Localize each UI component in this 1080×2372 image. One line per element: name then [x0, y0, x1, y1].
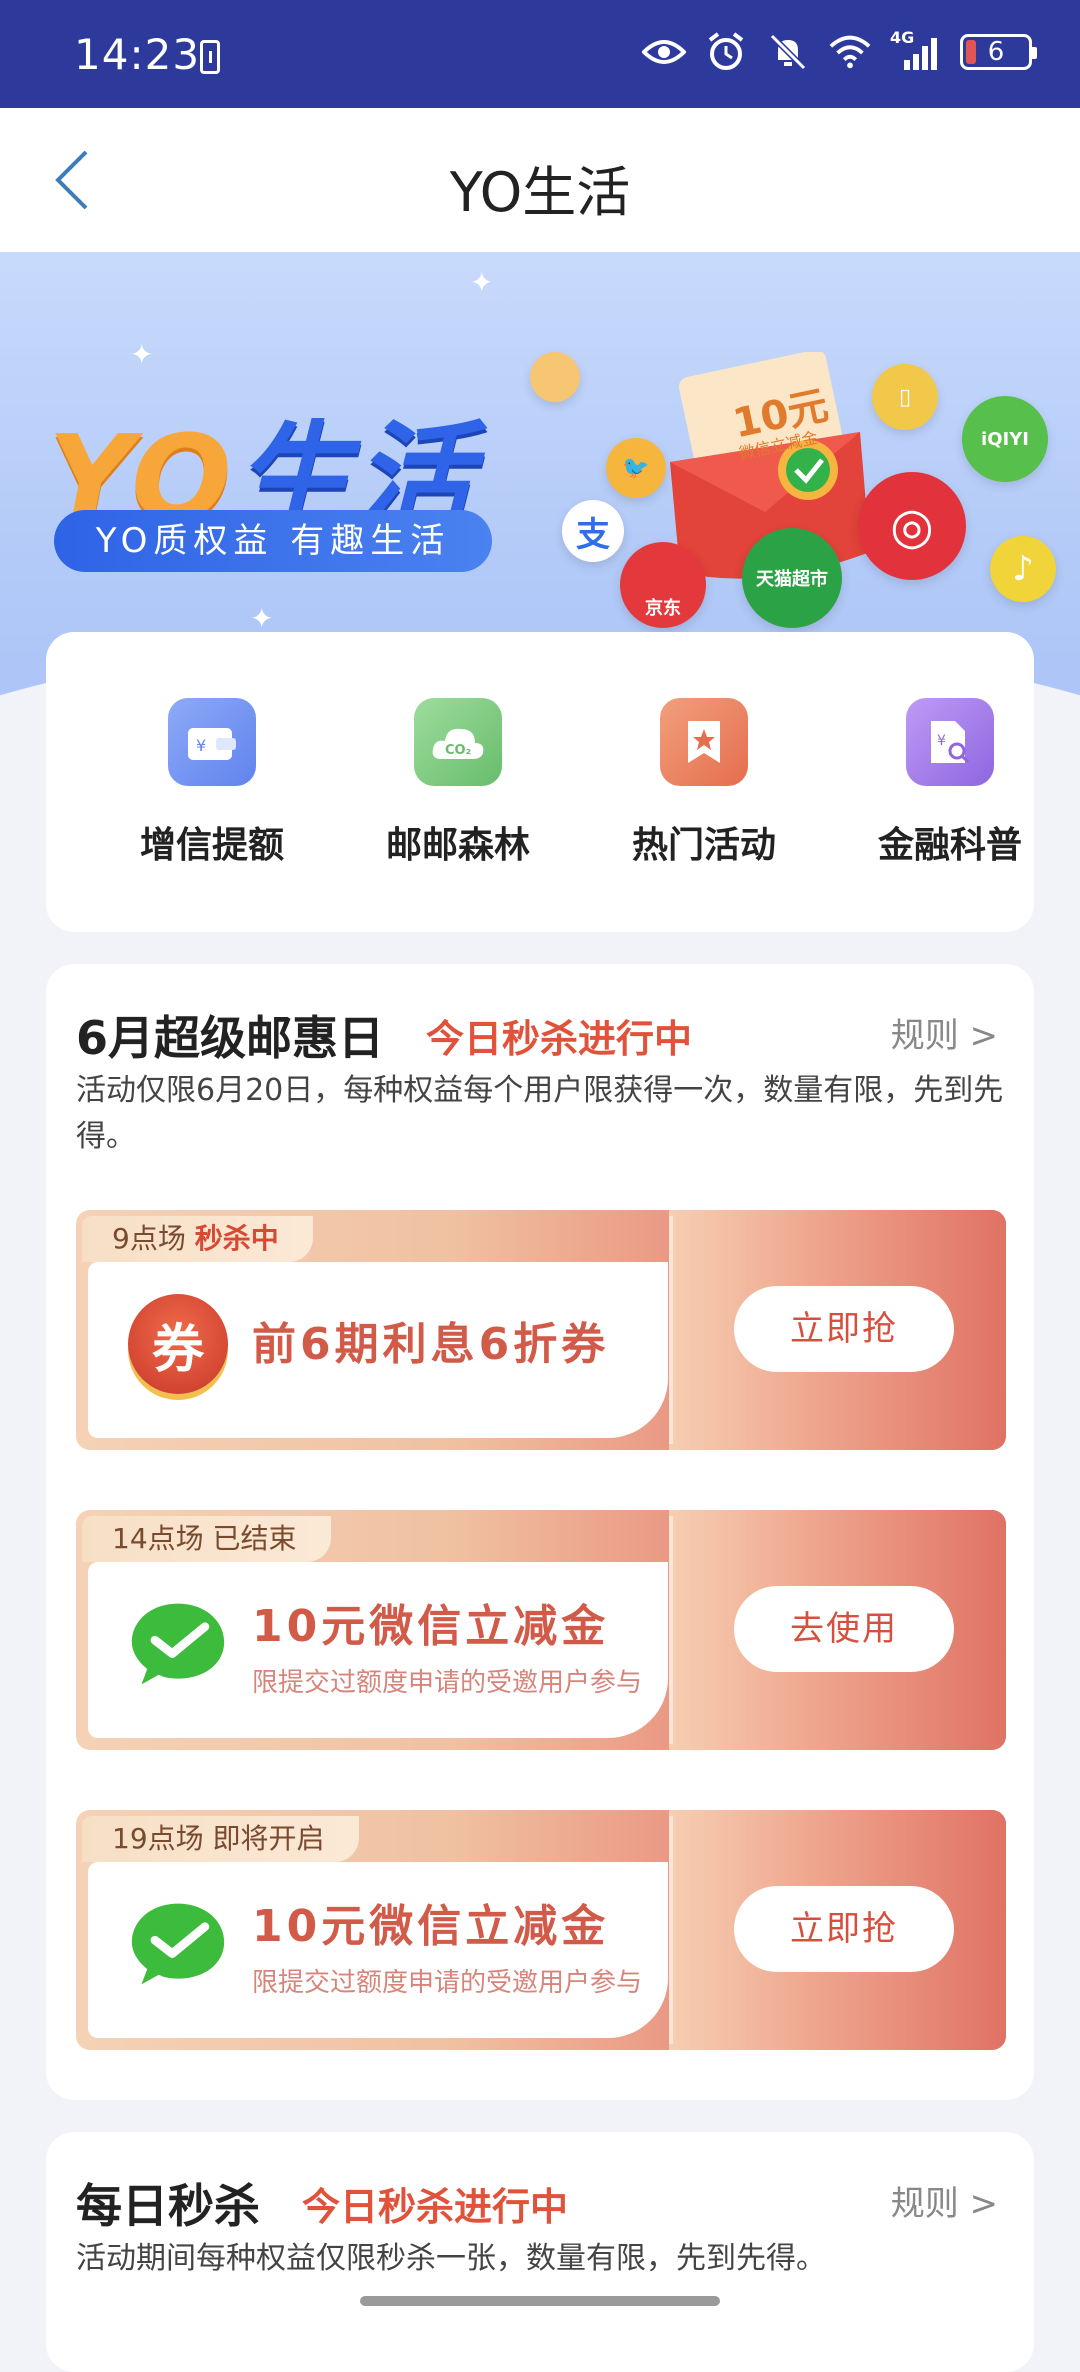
svg-text:CO₂: CO₂: [445, 743, 471, 758]
grab-now-button[interactable]: 立即抢: [734, 1286, 954, 1372]
quick-link-label: 金融科普: [877, 825, 1022, 866]
alipay-icon: 支: [562, 500, 624, 562]
deal-session-status: 已结束: [212, 1522, 297, 1555]
banner-slogan: YO质权益 有趣生活: [54, 510, 492, 572]
quick-link-label: 热门活动: [631, 825, 776, 866]
svg-text:¥: ¥: [196, 736, 206, 755]
quick-links-card: ¥ 增信提额 CO₂ 邮邮森林 热门活动 ¥ 金融科普: [46, 632, 1034, 932]
quick-link-label: 邮邮森林: [385, 825, 530, 866]
jd-icon: 京东: [620, 542, 706, 628]
deal-divider: [669, 1216, 673, 1444]
jd-label: 京东: [645, 598, 681, 619]
iqiyi-icon: iQIYI: [962, 396, 1048, 482]
section-hot-label: 今日秒杀进行中: [426, 1017, 693, 1061]
deal-card: 14点场 已结束 10元微信立减金 限提交过额度申请的受邀用户参与 去使用: [76, 1510, 1006, 1750]
co2-icon: CO₂: [414, 698, 502, 786]
deal-name: 前6期利息6折券: [252, 1319, 610, 1370]
wechat-icon: [128, 1894, 228, 1994]
svg-text:¥: ¥: [937, 733, 946, 749]
quick-link-finance[interactable]: ¥ 金融科普: [850, 698, 1050, 868]
section-hot-label: 今日秒杀进行中: [302, 2185, 569, 2229]
netease-music-icon: ◎: [858, 472, 966, 580]
deal-session-tag: 14点场 已结束: [82, 1516, 331, 1562]
deal-session-time: 9点场: [112, 1222, 186, 1255]
signal-icon: 4G: [890, 28, 942, 74]
deal-session-status: 秒杀中: [194, 1222, 279, 1255]
quick-link-credit[interactable]: ¥ 增信提额: [112, 698, 312, 868]
deal-subtitle: 限提交过额度申请的受邀用户参与: [252, 1668, 643, 1698]
sparkle-icon: ✦: [250, 602, 274, 635]
daily-flash-sale-section: 每日秒杀 今日秒杀进行中 规则 > 活动期间每种权益仅限秒杀一张，数量有限，先到…: [46, 2132, 1034, 2372]
battery-level: 6: [987, 37, 1005, 67]
mute-icon: [766, 30, 810, 74]
deal-name: 10元微信立减金: [252, 1901, 610, 1952]
coin-icon: [530, 352, 580, 402]
wechat-icon: [128, 1594, 228, 1694]
page-title: YO生活: [449, 161, 631, 224]
quick-link-hot-activity[interactable]: 热门活动: [604, 698, 804, 868]
tmall-label: 天猫超市: [756, 569, 828, 590]
deal-session-tag: 9点场 秒杀中: [82, 1216, 313, 1262]
status-icons: 4G 6: [642, 28, 1037, 74]
status-bar: 14:23 4G 6: [0, 0, 1080, 108]
coupon-char: 券: [151, 1319, 204, 1380]
deal-subtitle: 限提交过额度申请的受邀用户参与: [252, 1968, 643, 1998]
sparkle-icon: ✦: [130, 338, 154, 371]
eye-icon: [642, 30, 686, 74]
super-day-section: 6月超级邮惠日 今日秒杀进行中 规则 > 活动仅限6月20日，每种权益每个用户限…: [46, 964, 1034, 2100]
iqiyi-label: iQIYI: [981, 428, 1029, 450]
deal-divider: [669, 1816, 673, 2044]
deal-card: 9点场 秒杀中 券 前6期利息6折券 立即抢: [76, 1210, 1006, 1450]
deal-session-time: 19点场: [112, 1822, 204, 1855]
tmall-icon: 天猫超市: [742, 528, 842, 628]
deal-session-status: 即将开启: [212, 1822, 325, 1855]
rules-link[interactable]: 规则 >: [891, 1008, 998, 1057]
wifi-icon: [828, 30, 872, 74]
rules-link[interactable]: 规则 >: [891, 2176, 998, 2225]
alipay-label: 支: [576, 514, 610, 555]
home-indicator[interactable]: [360, 2296, 720, 2306]
section-title: 每日秒杀: [76, 2179, 260, 2233]
wallet-icon: ¥: [168, 698, 256, 786]
alarm-icon: [704, 30, 748, 74]
nav-bar: YO生活: [0, 108, 1080, 252]
deal-name: 10元微信立减金: [252, 1601, 610, 1652]
quick-link-forest[interactable]: CO₂ 邮邮森林: [358, 698, 558, 868]
quick-link-label: 增信提额: [139, 825, 284, 866]
music-note-icon: ♪: [990, 536, 1056, 602]
use-now-button[interactable]: 去使用: [734, 1586, 954, 1672]
status-time: 14:23: [74, 30, 201, 79]
finance-doc-icon: ¥: [906, 698, 994, 786]
network-type: 4G: [890, 28, 915, 47]
deal-card: 19点场 即将开启 10元微信立减金 限提交过额度申请的受邀用户参与 立即抢: [76, 1810, 1006, 2050]
section-description: 活动仅限6月20日，每种权益每个用户限获得一次，数量有限，先到先得。: [76, 1073, 1004, 1154]
battery-saver-icon: [200, 40, 220, 74]
section-title: 6月超级邮惠日: [76, 1011, 385, 1065]
section-description: 活动期间每种权益仅限秒杀一张，数量有限，先到先得。: [76, 2241, 826, 2276]
phone-icon: ▯: [872, 364, 938, 430]
grab-now-button[interactable]: 立即抢: [734, 1886, 954, 1972]
ele-me-icon: 🐦: [606, 438, 666, 498]
deal-session-time: 14点场: [112, 1522, 204, 1555]
sparkle-icon: ✦: [470, 266, 494, 299]
bookmark-star-icon: [660, 698, 748, 786]
deal-divider: [669, 1516, 673, 1744]
battery-icon: 6: [960, 34, 1037, 70]
deal-session-tag: 19点场 即将开启: [82, 1816, 359, 1862]
coupon-icon: 券: [128, 1294, 228, 1394]
